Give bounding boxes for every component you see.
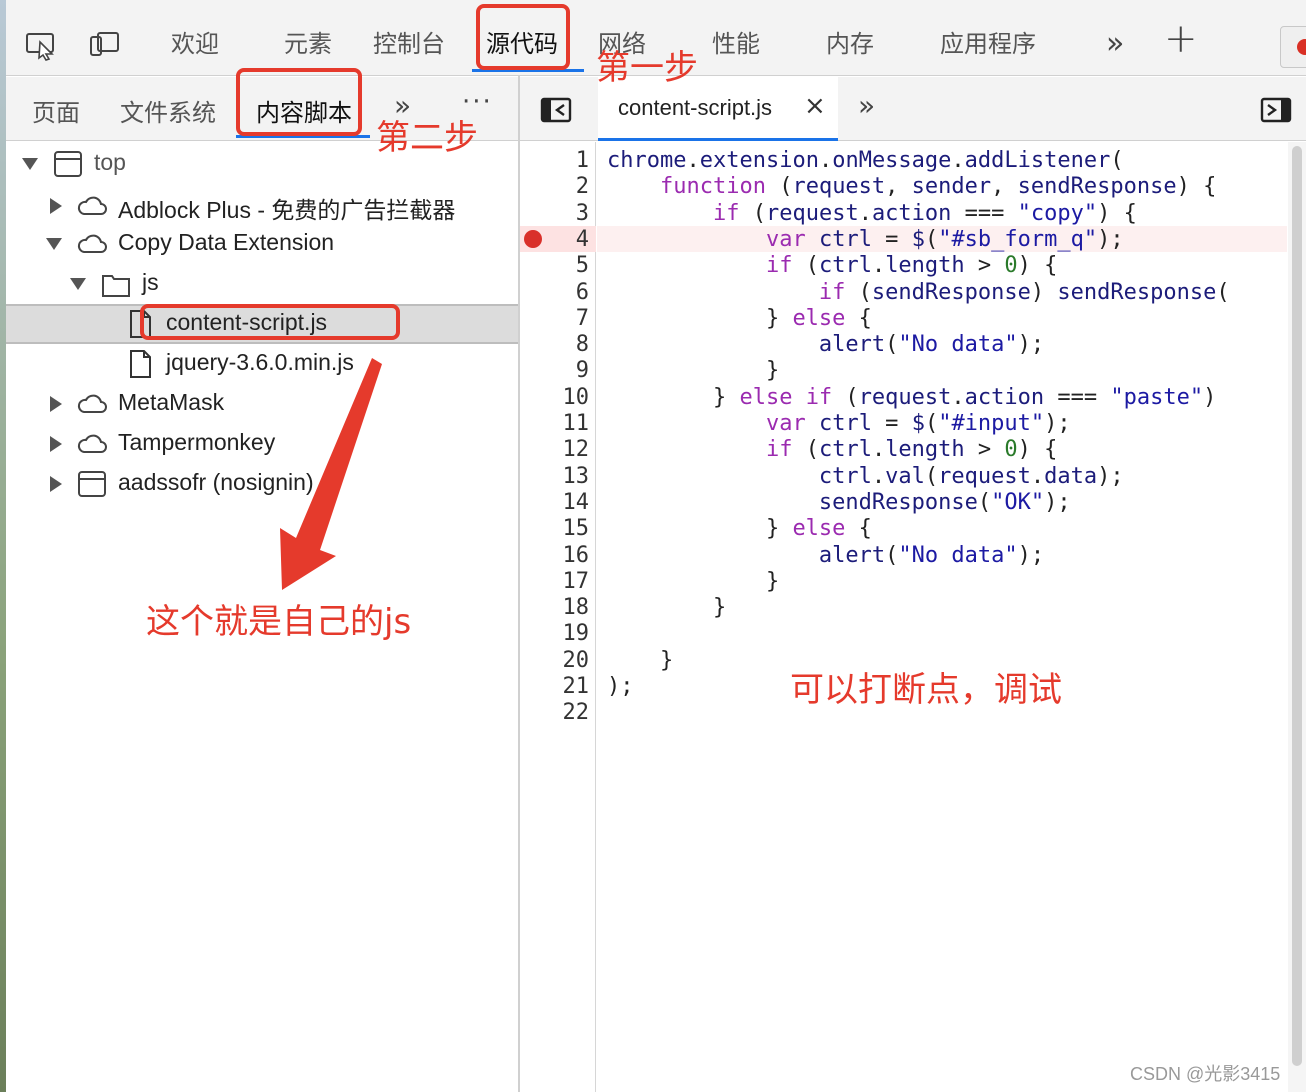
tab-console[interactable]: 控制台	[373, 26, 445, 66]
tab-application[interactable]: 应用程序	[940, 26, 1036, 66]
code-line[interactable]: } else {	[607, 306, 872, 332]
tree-item-label: Tampermonkey	[118, 429, 276, 455]
tab-memory[interactable]: 内存	[826, 26, 874, 66]
expanded-arrow-icon[interactable]	[22, 158, 38, 170]
line-number[interactable]: 19	[519, 621, 590, 647]
line-number[interactable]: 14	[519, 490, 590, 516]
annotation-arrow-icon	[280, 358, 382, 590]
tree-item-label: top	[94, 149, 126, 175]
line-number[interactable]: 8	[519, 332, 589, 358]
cloud-icon	[77, 196, 107, 215]
frame-icon	[54, 151, 82, 177]
code-line[interactable]: );	[607, 674, 634, 700]
highlight-box-content-scripts	[236, 68, 362, 136]
collapsed-arrow-icon[interactable]	[50, 476, 62, 492]
line-number[interactable]: 12	[519, 437, 590, 463]
line-number[interactable]: 22	[519, 700, 590, 726]
error-icon	[1297, 39, 1306, 55]
line-number[interactable]: 13	[519, 464, 590, 490]
expanded-arrow-icon[interactable]	[46, 238, 62, 250]
code-line[interactable]: ctrl.val(request.data);	[607, 464, 1124, 490]
tree-item-label: js	[142, 269, 159, 295]
annotation-breakpoint-hint: 可以打断点，调试	[790, 670, 1062, 710]
tab-performance[interactable]: 性能	[712, 26, 760, 66]
collapsed-arrow-icon[interactable]	[50, 396, 62, 412]
tree-item-adblock[interactable]: Adblock Plus - 免费的广告拦截器	[6, 186, 518, 226]
line-number[interactable]: 11	[519, 411, 590, 437]
collapsed-arrow-icon[interactable]	[50, 198, 62, 214]
code-line[interactable]: alert("No data");	[607, 332, 1044, 358]
highlight-box-content-script-file	[140, 304, 400, 340]
watermark: CSDN @光影3415	[1130, 1064, 1281, 1084]
line-number-gutter[interactable]: 1 2 3 4 5 6 7 8 9 10 11 12 13 14 15 16 17 18 19 20 21 22	[520, 142, 596, 1092]
tree-item-label: Copy Data Extension	[118, 229, 335, 255]
tab-page[interactable]: 页面	[32, 93, 80, 128]
code-line[interactable]: } else if (request.action === "paste")	[607, 385, 1216, 411]
line-number[interactable]: 5	[519, 253, 589, 279]
tab-elements[interactable]: 元素	[284, 26, 332, 66]
line-number[interactable]: 7	[519, 306, 589, 332]
code-line[interactable]: var ctrl = $("#sb_form_q");	[607, 227, 1124, 253]
cloud-icon	[77, 234, 107, 253]
cloud-icon	[77, 394, 107, 413]
collapsed-arrow-icon[interactable]	[50, 436, 62, 452]
close-tab-icon[interactable]: ×	[804, 91, 826, 121]
code-line[interactable]: } else {	[607, 516, 872, 542]
line-number[interactable]: 9	[519, 358, 589, 384]
code-line[interactable]: function (request, sender, sendResponse)…	[607, 174, 1216, 200]
tree-item-js-folder[interactable]: js	[6, 264, 518, 304]
tab-welcome[interactable]: 欢迎	[171, 26, 219, 66]
code-line[interactable]: chrome.extension.onMessage.addListener(	[607, 148, 1124, 174]
line-number[interactable]: 16	[519, 543, 590, 569]
more-tabs-button[interactable]: »	[1106, 26, 1124, 61]
code-line[interactable]: }	[607, 569, 779, 595]
code-line[interactable]: if (ctrl.length > 0) {	[607, 437, 1057, 463]
folder-icon	[102, 275, 130, 297]
editor-tab-label: content-script.js	[618, 95, 773, 120]
inspect-element-icon[interactable]	[24, 28, 58, 62]
line-number[interactable]: 18	[519, 595, 590, 621]
line-number[interactable]: 10	[519, 385, 590, 411]
code-line[interactable]: var ctrl = $("#input");	[607, 411, 1071, 437]
add-tool-button[interactable]: +	[1164, 16, 1198, 62]
editor-scrollbar[interactable]	[1288, 142, 1306, 1092]
annotation-this-is-js: 这个就是自己的js	[146, 602, 412, 642]
cloud-icon	[77, 434, 107, 453]
code-line[interactable]: if (request.action === "copy") {	[607, 201, 1137, 227]
tree-item-copy-data-extension[interactable]: Copy Data Extension	[6, 224, 518, 264]
annotation-step2: 第二步	[376, 118, 478, 158]
more-editor-tabs-button[interactable]: »	[858, 89, 875, 122]
file-icon	[130, 350, 151, 378]
line-number[interactable]: 20	[519, 648, 590, 674]
line-number[interactable]: 2	[519, 174, 589, 200]
code-editor[interactable]: chrome.extension.onMessage.addListener( …	[597, 142, 1287, 1092]
line-number[interactable]: 15	[519, 516, 590, 542]
line-number[interactable]: 4	[519, 227, 589, 253]
code-line[interactable]: if (sendResponse) sendResponse(	[607, 280, 1230, 306]
highlight-box-sources	[476, 4, 570, 70]
line-number[interactable]: 6	[519, 280, 589, 306]
line-number[interactable]: 3	[519, 201, 589, 227]
frame-icon	[78, 471, 106, 497]
expanded-arrow-icon[interactable]	[70, 278, 86, 290]
code-line[interactable]: if (ctrl.length > 0) {	[607, 253, 1057, 279]
line-number[interactable]: 21	[519, 674, 590, 700]
code-line[interactable]: }	[607, 358, 779, 384]
line-number[interactable]: 1	[519, 148, 589, 174]
tree-item-label: MetaMask	[118, 389, 225, 415]
line-number[interactable]: 17	[519, 569, 590, 595]
issues-button[interactable]	[1280, 26, 1306, 68]
scrollbar-thumb[interactable]	[1292, 146, 1302, 1066]
code-line[interactable]: alert("No data");	[607, 543, 1044, 569]
code-line[interactable]: }	[607, 595, 726, 621]
toggle-debugger-icon[interactable]	[1260, 97, 1292, 123]
code-line[interactable]: }	[607, 648, 673, 674]
annotation-step1: 第一步	[596, 48, 698, 88]
toggle-navigator-icon[interactable]	[540, 97, 572, 123]
code-line[interactable]: sendResponse("OK");	[607, 490, 1071, 516]
tree-item-label: Adblock Plus - 免费的广告拦截器	[118, 197, 456, 223]
device-emulation-icon[interactable]	[88, 28, 122, 62]
tab-filesystem[interactable]: 文件系统	[120, 93, 216, 128]
